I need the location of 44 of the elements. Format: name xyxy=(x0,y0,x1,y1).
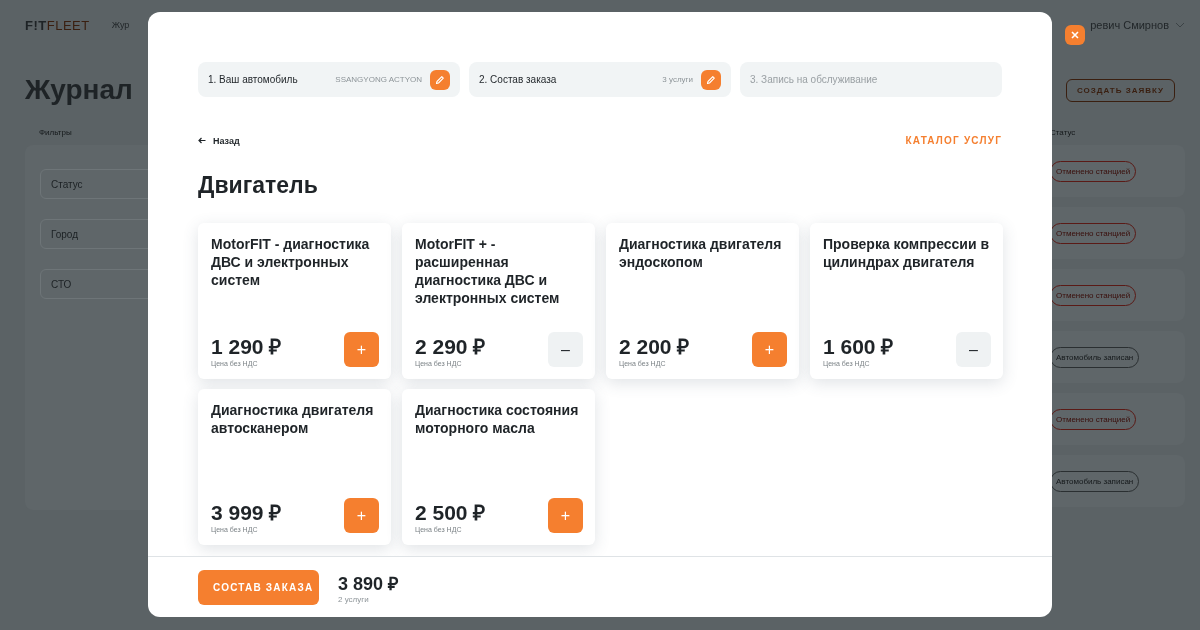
add-button[interactable]: + xyxy=(752,332,787,367)
step-label: 1. Ваш автомобиль xyxy=(208,74,299,85)
add-button[interactable]: + xyxy=(548,498,583,533)
catalog-link[interactable]: КАТАЛОГ УСЛУГ xyxy=(905,135,1002,146)
pencil-icon xyxy=(435,74,445,85)
service-title: Диагностика двигателя эндоскопом xyxy=(619,235,783,271)
step-label: 3. Запись на обслуживание xyxy=(750,74,879,85)
service-price: 2 200 ₽ xyxy=(619,335,690,359)
section-heading: Двигатель xyxy=(198,172,319,199)
pencil-icon xyxy=(706,74,716,85)
back-link[interactable]: Назад xyxy=(198,135,240,146)
filters-label: Фильтры xyxy=(39,128,73,137)
service-title: Проверка компрессии в цилиндрах двигателя xyxy=(823,235,991,271)
step-value: 3 услуги xyxy=(662,75,693,84)
chevron-down-icon[interactable] xyxy=(1175,22,1185,28)
add-button[interactable]: + xyxy=(344,332,379,367)
edit-button[interactable] xyxy=(430,69,450,90)
edit-button[interactable] xyxy=(701,69,721,90)
order-total: 3 890 ₽ xyxy=(338,572,399,595)
service-title: Диагностика двигателя автосканером xyxy=(211,401,375,437)
service-price: 3 999 ₽ xyxy=(211,501,282,525)
arrow-left-icon xyxy=(198,137,206,144)
order-button[interactable]: СОСТАВ ЗАКАЗА xyxy=(198,569,319,605)
service-price: 1 290 ₽ xyxy=(211,335,282,359)
step-tab[interactable]: 2. Состав заказа 3 услуги xyxy=(469,62,731,97)
page-title: Журнал xyxy=(25,74,133,106)
create-request-button[interactable]: СОЗДАТЬ ЗАЯВКУ xyxy=(1065,78,1175,102)
add-button[interactable]: + xyxy=(344,498,379,533)
user-name[interactable]: ревич Смирнов xyxy=(1090,19,1169,31)
remove-button[interactable]: – xyxy=(956,332,991,367)
remove-button[interactable]: – xyxy=(548,332,583,367)
step-value: SSANGYONG ACTYON xyxy=(335,75,422,84)
service-title: MotorFIT + - расширенная диагностика ДВС и электронных систем xyxy=(415,235,561,307)
service-price: 2 290 ₽ xyxy=(415,335,486,359)
service-price: 2 500 ₽ xyxy=(415,501,486,525)
logo[interactable]: F!TFLEET xyxy=(25,17,90,33)
service-price: 1 600 ₽ xyxy=(823,335,894,359)
service-count: 2 услуги xyxy=(338,594,370,604)
close-button[interactable] xyxy=(1065,25,1085,45)
service-title: MotorFIT - диагностика ДВС и электронных систем xyxy=(211,235,371,289)
service-title: Диагностика состояния моторного масла xyxy=(415,401,580,437)
step-tab[interactable]: 1. Ваш автомобиль SSANGYONG ACTYON xyxy=(198,62,460,97)
step-label: 2. Состав заказа xyxy=(479,74,558,85)
close-icon xyxy=(1071,31,1079,39)
